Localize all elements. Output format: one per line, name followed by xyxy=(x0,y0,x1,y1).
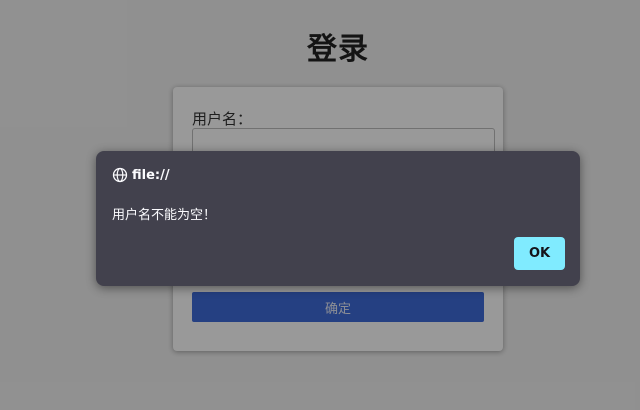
alert-header: file:// xyxy=(112,166,170,184)
alert-message: 用户名不能为空！ xyxy=(112,208,217,223)
globe-icon xyxy=(112,167,128,183)
ok-button[interactable]: OK xyxy=(514,237,565,270)
alert-origin: file:// xyxy=(132,167,170,183)
alert-dialog: file:// 用户名不能为空！ OK xyxy=(96,151,580,286)
